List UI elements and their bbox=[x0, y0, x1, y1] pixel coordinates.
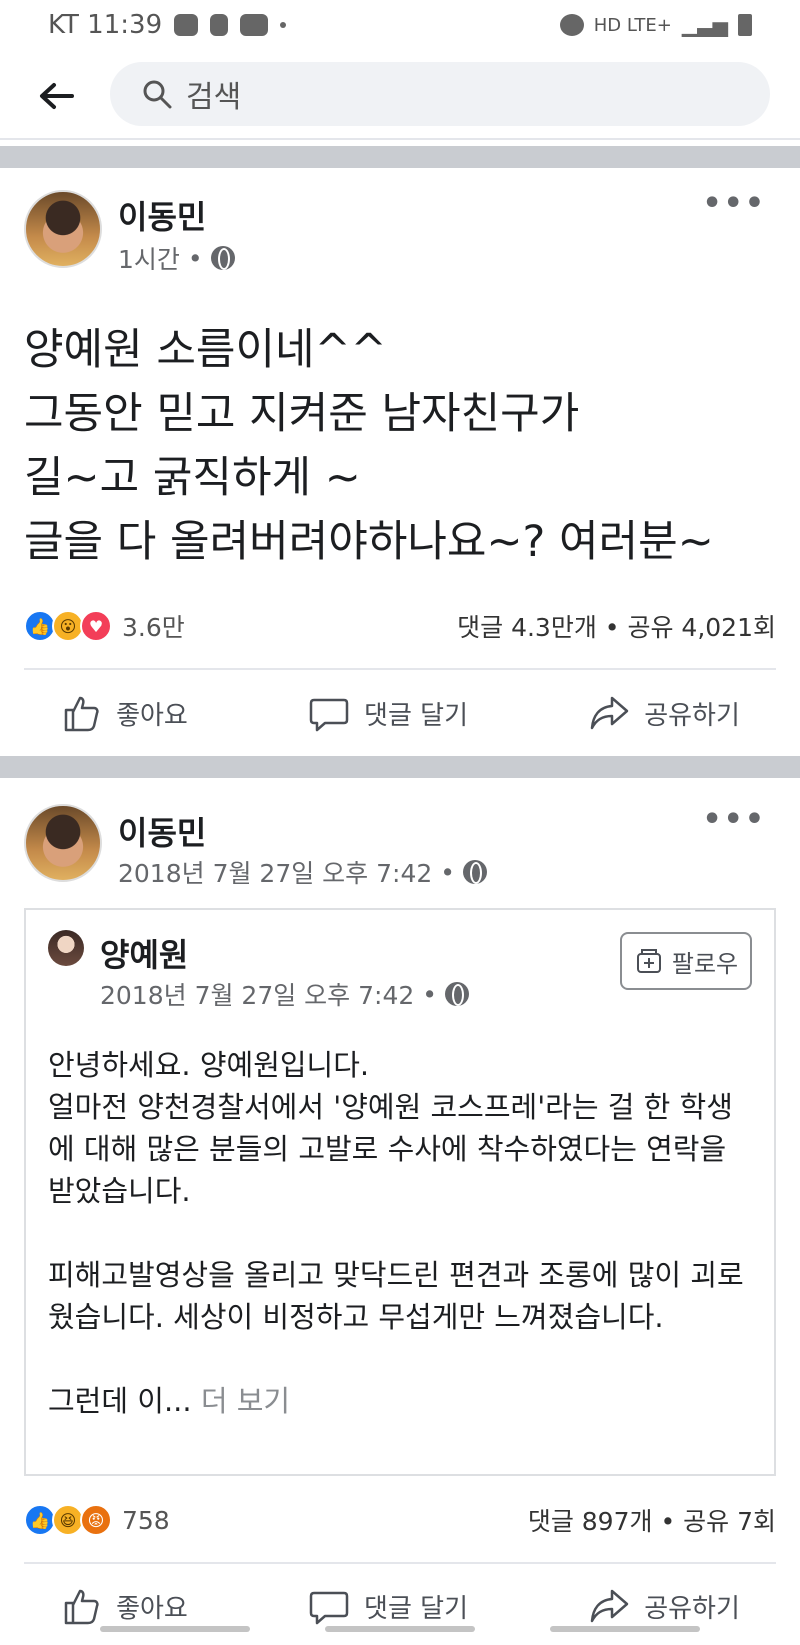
search-icon bbox=[143, 80, 172, 109]
shared-author[interactable]: 양예원 bbox=[100, 930, 188, 976]
post-author[interactable]: 이동민 bbox=[118, 808, 206, 854]
comments-shares-count[interactable]: 댓글 4.3만개 • 공유 4,021회 bbox=[457, 608, 776, 644]
thumbs-up-icon bbox=[64, 696, 99, 732]
post-divider bbox=[24, 1562, 776, 1564]
post-stats: 👍 😮 ♥ 3.6만 댓글 4.3만개 • 공유 4,021회 bbox=[24, 606, 776, 646]
shared-meta: 2018년 7월 27일 오후 7:42 • bbox=[100, 976, 470, 1012]
love-reaction-icon: ♥ bbox=[80, 610, 112, 642]
post-1: 이동민 1시간 • ••• 양예원 소름이네^^ 그동안 믿고 지켜준 남자친구… bbox=[0, 168, 800, 756]
post-meta: 2018년 7월 27일 오후 7:42 • bbox=[118, 854, 488, 890]
post-author[interactable]: 이동민 bbox=[118, 192, 206, 238]
share-button[interactable]: 공유하기 bbox=[588, 1585, 740, 1627]
notification-icon bbox=[174, 14, 199, 36]
comment-button[interactable]: 댓글 달기 bbox=[308, 692, 468, 734]
search-input[interactable]: 검색 bbox=[110, 62, 770, 126]
shared-author-avatar[interactable] bbox=[48, 930, 84, 966]
post-divider bbox=[24, 668, 776, 670]
post-time[interactable]: 1시간 bbox=[118, 240, 180, 276]
post-text: 양예원 소름이네^^ 그동안 믿고 지켜준 남자친구가 길~고 굵직하게 ~ 글… bbox=[24, 325, 714, 567]
comment-icon bbox=[309, 1591, 349, 1625]
like-label: 좋아요 bbox=[116, 700, 188, 731]
comment-label: 댓글 달기 bbox=[364, 1593, 468, 1624]
author-avatar[interactable] bbox=[24, 804, 102, 882]
more-options-button[interactable]: ••• bbox=[702, 186, 766, 221]
status-bar: KT 11:39 HD LTE+ ▁▃▅ bbox=[0, 0, 800, 50]
share-button[interactable]: 공유하기 bbox=[588, 692, 740, 734]
nav-gesture-bar-left bbox=[100, 1626, 250, 1632]
carrier-time: KT 11:39 bbox=[48, 10, 163, 40]
post-stats: 👍 😆 😡 758 댓글 897개 • 공유 7회 bbox=[24, 1500, 776, 1540]
share-icon bbox=[590, 696, 629, 730]
feed-separator bbox=[0, 756, 800, 778]
shared-post[interactable]: 양예원 2018년 7월 27일 오후 7:42 • 팔로우 안녕하세요. 양예… bbox=[24, 908, 776, 1476]
search-header: 검색 bbox=[0, 58, 800, 134]
reaction-count: 3.6만 bbox=[122, 613, 185, 642]
share-icon bbox=[590, 1589, 629, 1623]
share-label: 공유하기 bbox=[644, 1593, 740, 1624]
globe-icon bbox=[445, 982, 470, 1006]
feed-separator bbox=[0, 146, 800, 168]
reaction-count: 758 bbox=[122, 1505, 170, 1535]
comment-button[interactable]: 댓글 달기 bbox=[308, 1585, 468, 1627]
comment-label: 댓글 달기 bbox=[364, 700, 468, 731]
app-icon bbox=[210, 14, 229, 36]
more-options-button[interactable]: ••• bbox=[702, 802, 766, 837]
follow-icon bbox=[636, 949, 661, 973]
truncated-text: 그런데 이... bbox=[48, 1384, 192, 1418]
author-avatar[interactable] bbox=[24, 190, 102, 268]
globe-icon bbox=[463, 860, 488, 884]
post-actions: 좋아요 댓글 달기 공유하기 bbox=[0, 1566, 800, 1645]
nav-gesture-bar-center bbox=[325, 1626, 475, 1632]
shared-body-text: 안녕하세요. 양예원입니다. 얼마전 양천경찰서에서 '양예원 코스프레'라는 … bbox=[48, 1048, 744, 1334]
post-2: 이동민 2018년 7월 27일 오후 7:42 • ••• 양예원 2018년… bbox=[0, 778, 800, 1645]
battery-icon bbox=[738, 14, 752, 36]
comment-icon bbox=[309, 698, 349, 732]
share-label: 공유하기 bbox=[644, 700, 740, 731]
reactions-summary[interactable]: 👍 😮 ♥ 3.6만 bbox=[24, 608, 185, 644]
alarm-icon bbox=[559, 14, 584, 36]
thumbs-up-icon bbox=[64, 1589, 99, 1625]
header-divider bbox=[0, 138, 800, 140]
see-more-link[interactable]: 더 보기 bbox=[201, 1384, 290, 1418]
post-meta: 1시간 • bbox=[118, 240, 235, 276]
signal-icon: ▁▃▅ bbox=[681, 13, 728, 37]
back-arrow-icon bbox=[40, 83, 74, 109]
angry-reaction-icon: 😡 bbox=[80, 1504, 112, 1536]
shared-body: 안녕하세요. 양예원입니다. 얼마전 양천경찰서에서 '양예원 코스프레'라는 … bbox=[48, 1044, 758, 1422]
like-button[interactable]: 좋아요 bbox=[60, 692, 188, 734]
like-button[interactable]: 좋아요 bbox=[60, 1585, 188, 1627]
post-actions: 좋아요 댓글 달기 공유하기 bbox=[0, 673, 800, 753]
comments-shares-count[interactable]: 댓글 897개 • 공유 7회 bbox=[528, 1502, 776, 1538]
post-time[interactable]: 2018년 7월 27일 오후 7:42 bbox=[118, 854, 432, 890]
follow-button[interactable]: 팔로우 bbox=[620, 932, 752, 990]
globe-icon bbox=[210, 246, 235, 270]
reactions-summary[interactable]: 👍 😆 😡 758 bbox=[24, 1504, 170, 1536]
shared-time[interactable]: 2018년 7월 27일 오후 7:42 bbox=[100, 976, 414, 1012]
search-placeholder: 검색 bbox=[186, 80, 242, 115]
like-label: 좋아요 bbox=[116, 1593, 188, 1624]
volte-icon bbox=[240, 14, 269, 36]
more-notifications-icon bbox=[280, 22, 287, 28]
back-button[interactable] bbox=[36, 76, 76, 116]
network-indicator: HD LTE+ bbox=[593, 14, 672, 36]
follow-label: 팔로우 bbox=[671, 949, 739, 978]
nav-gesture-bar-right bbox=[550, 1626, 700, 1632]
